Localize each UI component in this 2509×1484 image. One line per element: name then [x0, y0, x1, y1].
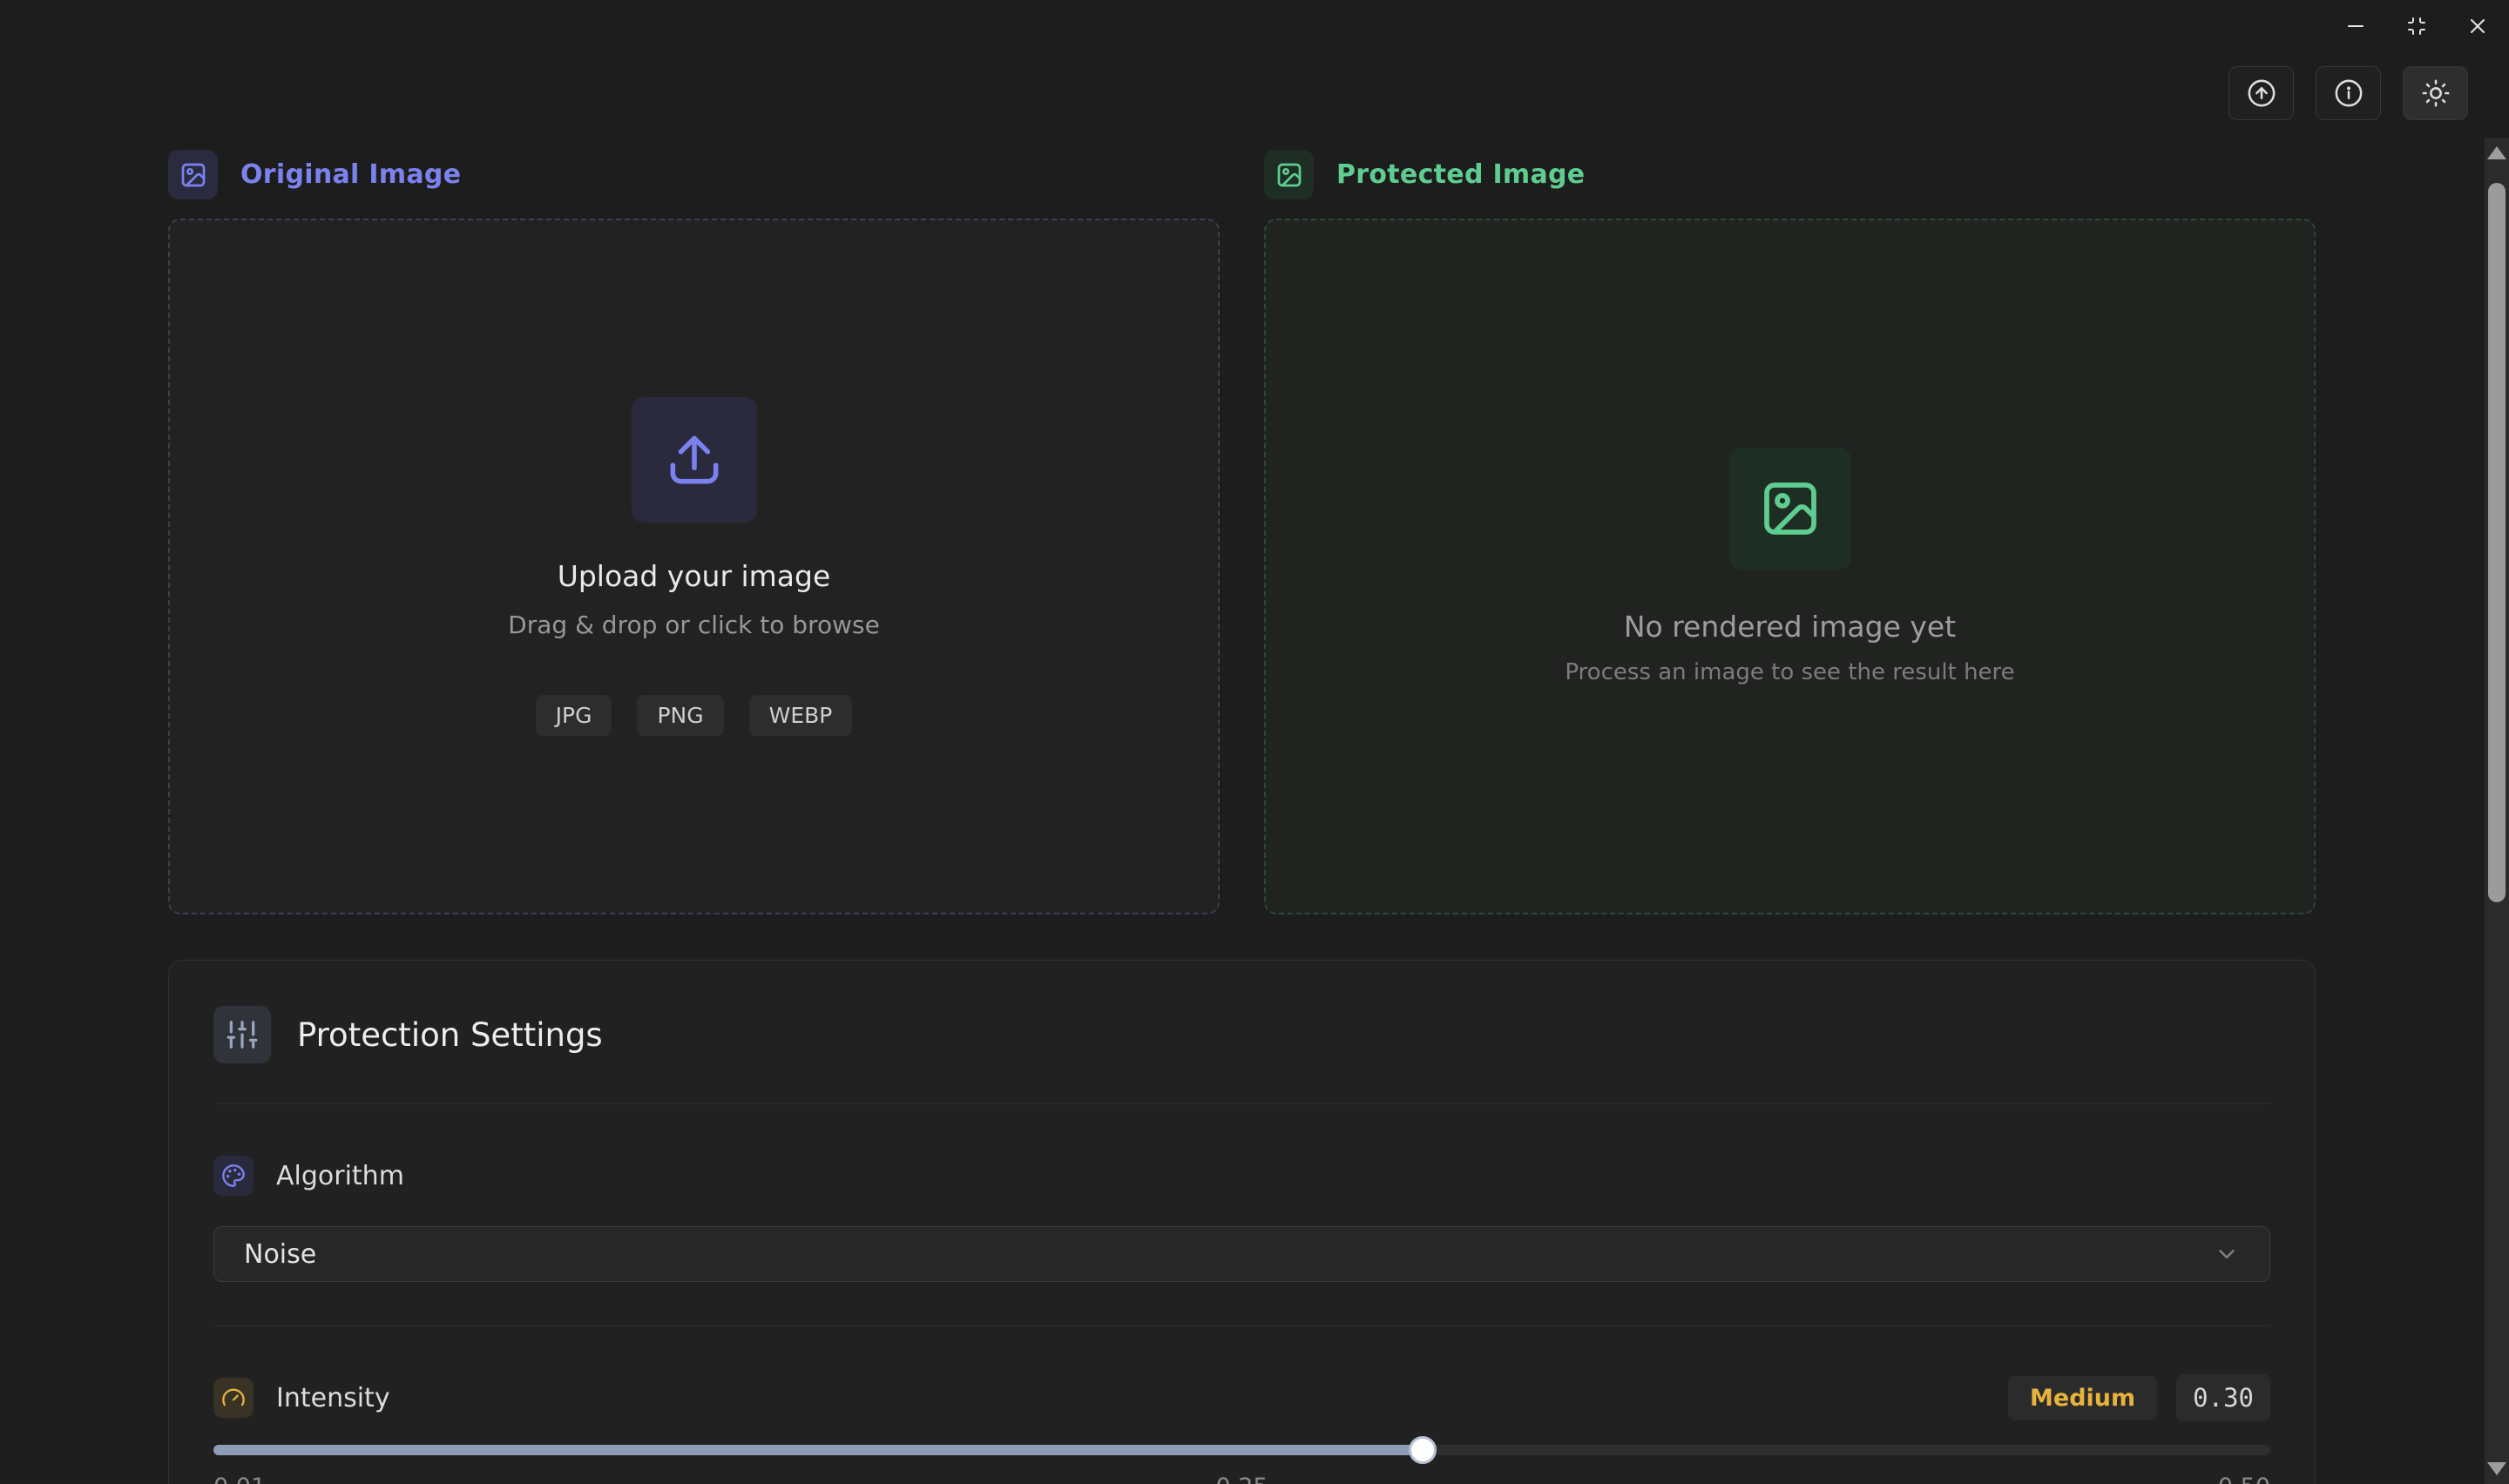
- divider: [213, 1325, 2270, 1326]
- upload-dropzone[interactable]: Upload your image Drag & drop or click t…: [168, 219, 1220, 914]
- empty-state-subtitle: Process an image to see the result here: [1565, 659, 2014, 685]
- gauge-icon: [213, 1378, 254, 1418]
- chevron-down-icon: [2214, 1241, 2240, 1267]
- format-chip-png: PNG: [637, 695, 723, 736]
- slider-max-label: 0.50: [2218, 1474, 2270, 1484]
- intensity-slider-fill: [213, 1445, 1423, 1455]
- slider-mid-label: 0.25: [1215, 1474, 1268, 1484]
- settings-header: Protection Settings: [213, 1006, 2270, 1063]
- intensity-value: 0.30: [2176, 1374, 2270, 1421]
- slider-scale: 0.01 0.25 0.50: [213, 1474, 2270, 1484]
- intensity-label: Intensity: [276, 1383, 390, 1413]
- upload-tray-icon: [662, 428, 727, 492]
- protection-settings-card: Protection Settings Algorithm Noise Inte…: [168, 960, 2316, 1484]
- slider-min-label: 0.01: [213, 1474, 266, 1484]
- image-placeholder-icon: [1759, 477, 1822, 540]
- theme-toggle-button[interactable]: [2403, 66, 2468, 120]
- toolbar: [2228, 66, 2468, 120]
- restore-icon: [2406, 16, 2427, 37]
- intensity-slider[interactable]: [213, 1445, 2270, 1455]
- format-chips: JPG PNG WEBP: [536, 695, 853, 736]
- intensity-row: Intensity Medium 0.30: [213, 1374, 2270, 1421]
- original-image-header: Original Image: [168, 150, 461, 199]
- restore-button[interactable]: [2397, 7, 2436, 45]
- settings-title: Protection Settings: [297, 1016, 603, 1054]
- upload-icon-box: [632, 397, 757, 523]
- algorithm-row: Algorithm: [213, 1156, 2270, 1196]
- protected-image-header: Protected Image: [1264, 150, 1585, 199]
- render-icon-box: [1729, 448, 1851, 570]
- format-chip-jpg: JPG: [536, 695, 612, 736]
- divider: [213, 1103, 2270, 1104]
- palette-icon: [213, 1156, 254, 1196]
- algorithm-label: Algorithm: [276, 1161, 404, 1191]
- image-icon: [1264, 150, 1314, 199]
- empty-state-title: No rendered image yet: [1624, 610, 1956, 644]
- algorithm-select[interactable]: Noise: [213, 1226, 2270, 1282]
- close-button[interactable]: [2458, 7, 2497, 45]
- minimize-button[interactable]: [2337, 7, 2375, 45]
- upload-subtitle: Drag & drop or click to browse: [508, 610, 880, 639]
- info-icon: [2334, 78, 2364, 108]
- image-icon: [168, 150, 218, 199]
- info-button[interactable]: [2316, 66, 2381, 120]
- scroll-down-arrow-icon[interactable]: [2487, 1462, 2506, 1475]
- export-button[interactable]: [2228, 66, 2294, 120]
- sliders-icon: [213, 1006, 271, 1063]
- intensity-slider-thumb[interactable]: [1409, 1436, 1437, 1464]
- format-chip-webp: WEBP: [749, 695, 853, 736]
- scrollbar-thumb[interactable]: [2488, 183, 2506, 902]
- upload-title: Upload your image: [558, 559, 831, 593]
- protected-image-title: Protected Image: [1336, 159, 1585, 190]
- algorithm-selected-value: Noise: [244, 1239, 316, 1270]
- intensity-readout: Medium 0.30: [2008, 1374, 2270, 1421]
- upload-circle-icon: [2247, 78, 2276, 108]
- intensity-level-badge: Medium: [2008, 1376, 2157, 1420]
- minimize-icon: [2345, 16, 2366, 37]
- rendered-image-panel: No rendered image yet Process an image t…: [1264, 219, 2316, 914]
- vertical-scrollbar[interactable]: [2485, 138, 2509, 1484]
- original-image-title: Original Image: [240, 159, 461, 190]
- close-icon: [2467, 16, 2488, 37]
- scroll-up-arrow-icon[interactable]: [2487, 146, 2506, 159]
- titlebar: [0, 0, 2509, 52]
- sun-icon: [2421, 78, 2451, 108]
